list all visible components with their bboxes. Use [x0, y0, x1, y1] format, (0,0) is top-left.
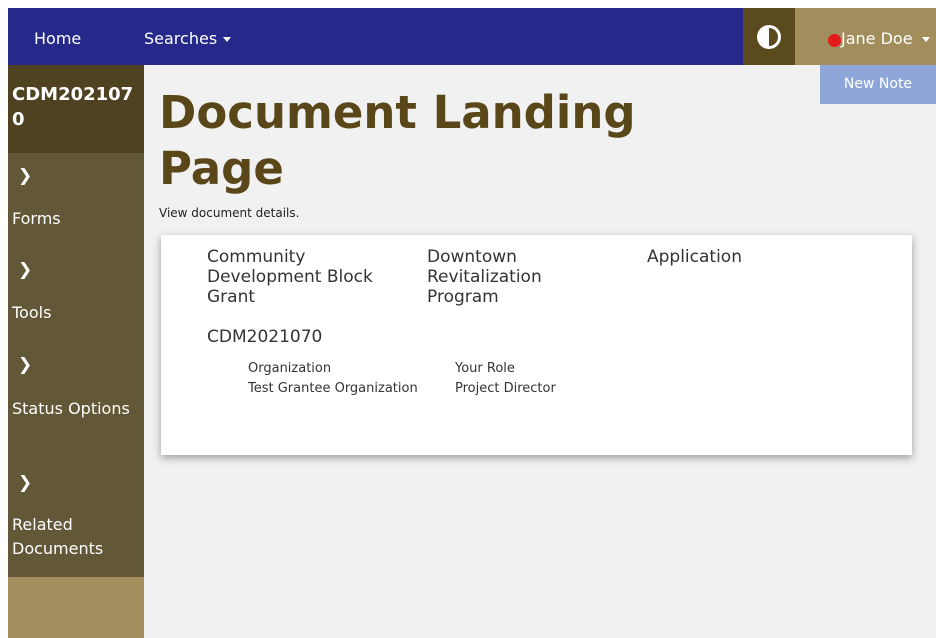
sidebar-footer — [8, 577, 144, 638]
new-note-button[interactable]: New Note — [820, 65, 936, 104]
contrast-toggle-button[interactable] — [743, 8, 795, 65]
sidebar-item-related-documents[interactable]: ❯ Related Documents — [8, 459, 144, 577]
sidebar-item-label: Tools — [12, 303, 52, 322]
caret-down-icon — [223, 37, 232, 42]
chevron-right-icon: ❯ — [18, 166, 33, 186]
sidebar-item-label: Status Options — [12, 399, 130, 418]
page-subtitle: View document details. — [159, 206, 300, 220]
role-value: Project Director — [455, 381, 556, 396]
chevron-right-icon: ❯ — [18, 260, 33, 280]
page-title: Document Landing Page — [159, 86, 636, 195]
chevron-right-icon: ❯ — [18, 473, 33, 493]
sidebar: CDM2021070 ❯ Forms ❯ Tools ❯ Status Opti… — [8, 65, 144, 638]
document-card: Community Development Block Grant Downto… — [161, 235, 912, 455]
role-label: Your Role — [455, 361, 515, 376]
main-content: New Note Document Landing Page View docu… — [144, 65, 936, 638]
nav-searches-label: Searches — [144, 29, 218, 48]
user-status-dot — [828, 34, 841, 47]
nav-home-link[interactable]: Home — [34, 8, 81, 65]
sidebar-item-label: Forms — [12, 209, 61, 228]
nav-searches-dropdown[interactable]: Searches — [144, 8, 232, 65]
chevron-right-icon: ❯ — [18, 355, 33, 375]
organization-value: Test Grantee Organization — [248, 381, 418, 396]
sidebar-doc-id: CDM2021070 — [8, 65, 144, 153]
contrast-icon — [757, 25, 781, 49]
category-program-area: Community Development Block Grant — [207, 247, 373, 307]
caret-down-icon — [922, 37, 930, 42]
organization-label: Organization — [248, 361, 332, 376]
sidebar-item-status-options[interactable]: ❯ Status Options — [8, 341, 144, 459]
sidebar-doc-id-text: CDM2021070 — [12, 84, 134, 130]
sidebar-item-tools[interactable]: ❯ Tools — [8, 247, 144, 341]
category-program: Downtown Revitalization Program — [427, 247, 542, 307]
sidebar-item-forms[interactable]: ❯ Forms — [8, 153, 144, 247]
category-doc-type: Application — [647, 247, 742, 267]
top-navbar: Home Searches Jane Doe — [8, 8, 936, 65]
user-name: Jane Doe — [841, 29, 913, 48]
document-id: CDM2021070 — [207, 327, 323, 347]
sidebar-item-label: Related Documents — [12, 515, 104, 558]
user-menu-button[interactable]: Jane Doe — [795, 8, 936, 65]
